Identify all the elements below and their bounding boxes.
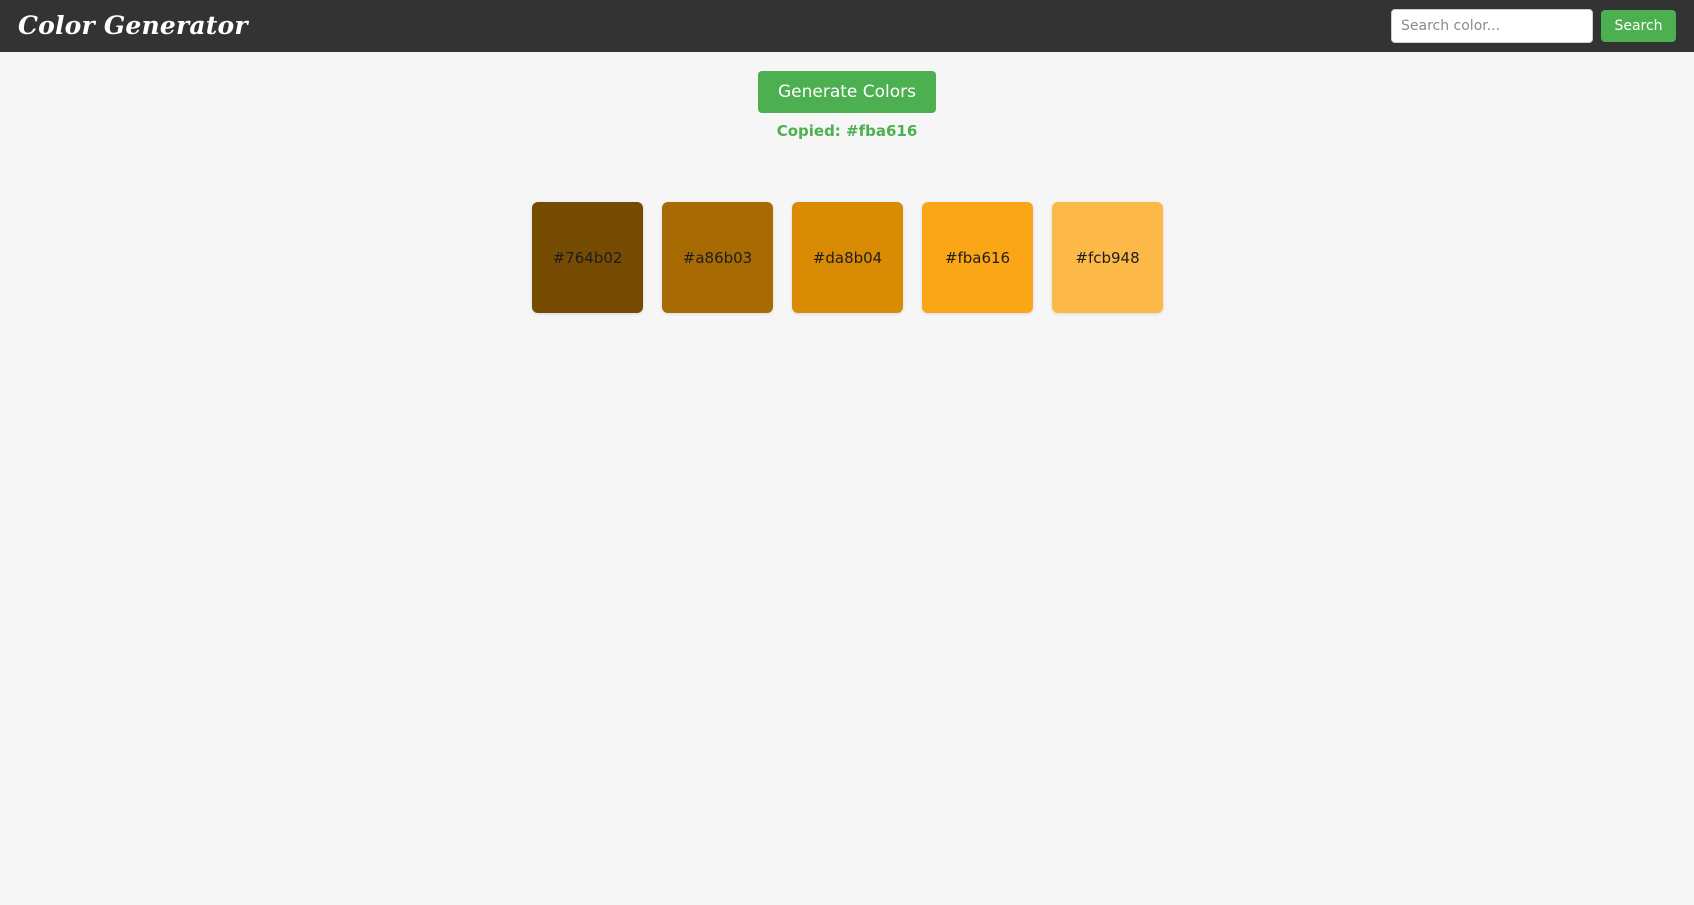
color-swatch-4[interactable]: #fba616 bbox=[922, 202, 1033, 313]
app-title: Color Generator bbox=[18, 11, 248, 40]
swatch-hex-label: #a86b03 bbox=[682, 248, 753, 267]
top-bar: Color Generator Search bbox=[0, 0, 1694, 52]
swatch-hex-label: #764b02 bbox=[552, 248, 623, 267]
copied-status-text: Copied: #fba616 bbox=[776, 122, 918, 140]
swatch-hex-label: #fcb948 bbox=[1075, 248, 1140, 267]
color-swatch-1[interactable]: #764b02 bbox=[532, 202, 643, 313]
color-swatch-2[interactable]: #a86b03 bbox=[662, 202, 773, 313]
swatch-hex-label: #da8b04 bbox=[812, 248, 883, 267]
search-input[interactable] bbox=[1391, 9, 1593, 43]
generate-colors-button[interactable]: Generate Colors bbox=[758, 71, 936, 113]
swatch-hex-label: #fba616 bbox=[944, 248, 1011, 267]
color-palette: #764b02 #a86b03 #da8b04 #fba616 #fcb948 bbox=[532, 202, 1164, 313]
color-swatch-3[interactable]: #da8b04 bbox=[792, 202, 903, 313]
color-swatch-5[interactable]: #fcb948 bbox=[1052, 202, 1163, 313]
search-button[interactable]: Search bbox=[1601, 10, 1676, 42]
